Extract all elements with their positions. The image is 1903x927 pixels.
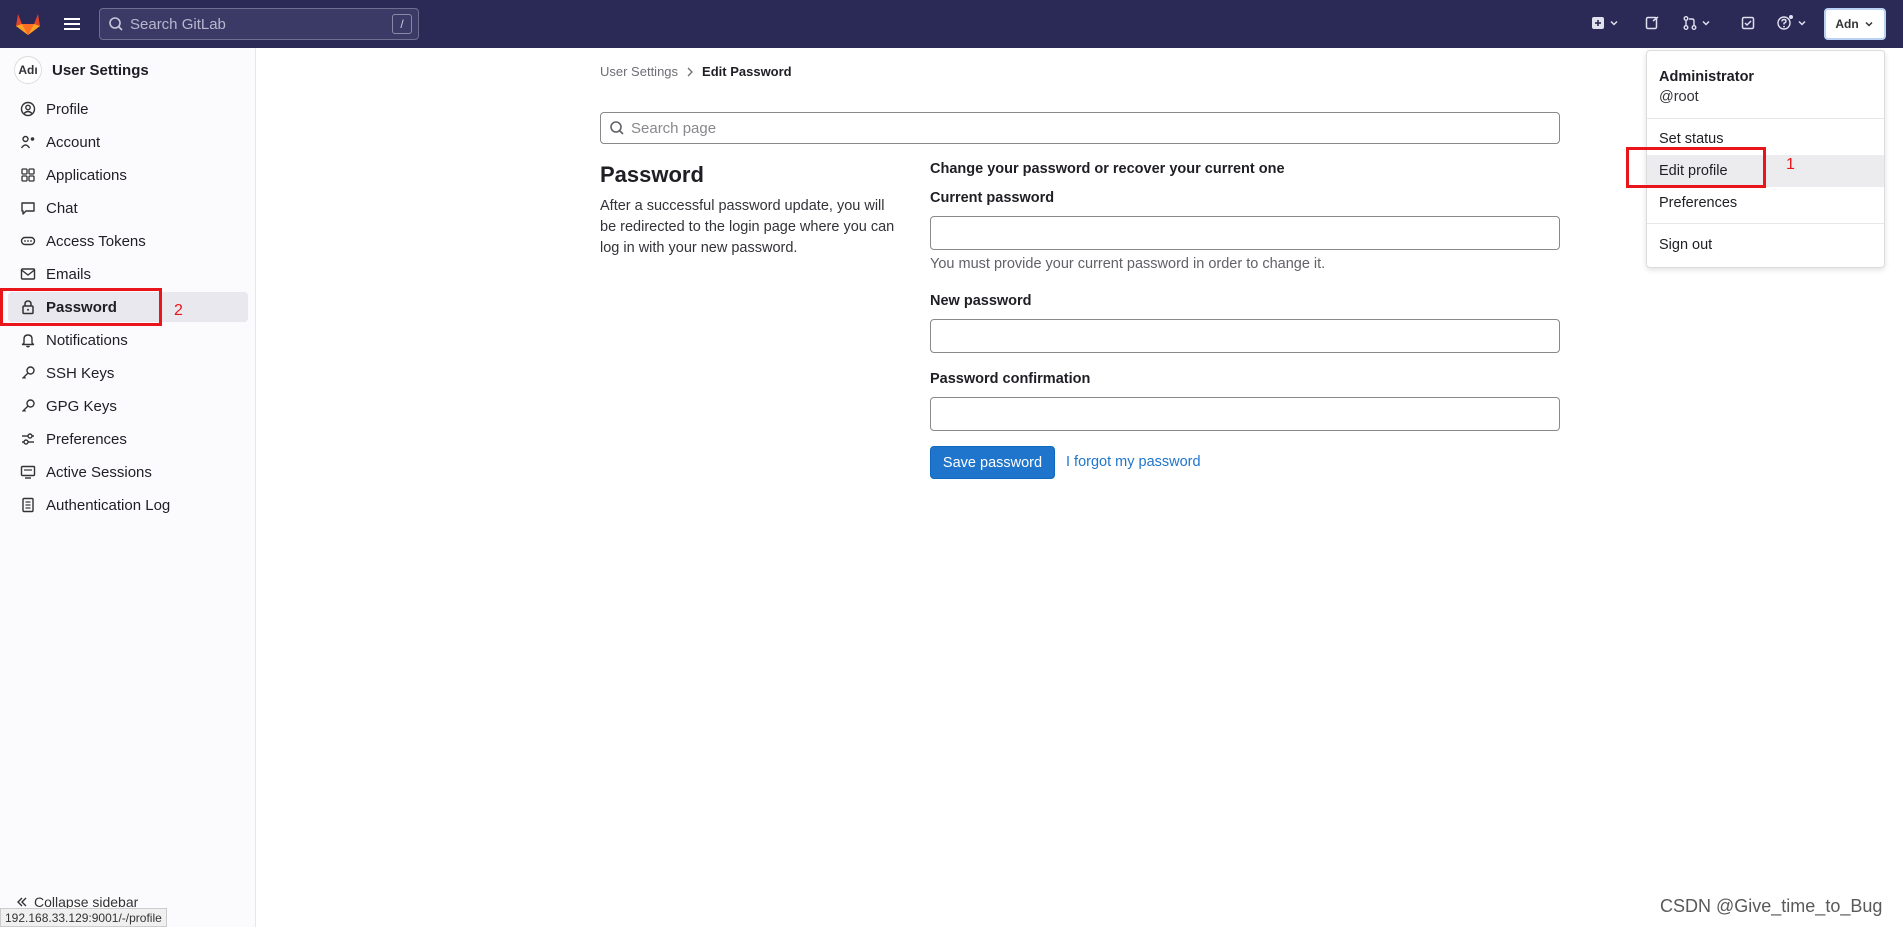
chevron-down-icon [1865, 21, 1873, 27]
breadcrumb-current[interactable]: Edit Password [702, 64, 792, 79]
new-password-field[interactable] [930, 319, 1560, 353]
menu-item-sign-out[interactable]: Sign out [1647, 229, 1884, 261]
issues-icon [1645, 16, 1659, 30]
current-password-field[interactable] [930, 216, 1560, 250]
page-title: Password [600, 162, 704, 187]
breadcrumb-parent[interactable]: User Settings [600, 64, 678, 79]
form-heading: Change your password or recover your cur… [930, 161, 1285, 177]
plus-square-icon [1592, 17, 1604, 29]
sidebar-item-label: Authentication Log [46, 496, 171, 514]
account-icon [20, 135, 35, 149]
sidebar-item-label: Chat [46, 199, 78, 217]
divider [1647, 118, 1884, 119]
sidebar-item-label: Access Tokens [46, 232, 146, 250]
user-icon [20, 101, 36, 117]
annotation-box-2 [0, 288, 162, 326]
top-bar: Search GitLab / [0, 0, 1903, 48]
current-password-help: You must provide your current password i… [930, 256, 1326, 272]
chevron-right-icon [687, 67, 693, 76]
annotation-number-2: 2 [174, 302, 183, 319]
sidebar-item-label: Applications [46, 166, 127, 184]
sidebar-item-emails[interactable]: Emails [8, 259, 248, 289]
sidebar-item-label: Emails [46, 265, 92, 283]
sidebar-item-preferences[interactable]: Preferences [8, 424, 248, 454]
bell-icon [21, 334, 35, 348]
page-description: After a successful password update, you … [600, 198, 895, 256]
menu-item-preferences[interactable]: Preferences [1647, 187, 1884, 219]
new-item-button[interactable] [1590, 15, 1622, 31]
chat-icon [21, 202, 35, 215]
sidebar-item-label: Notifications [46, 331, 128, 349]
gitlab-logo-icon[interactable] [14, 10, 42, 36]
key-icon [22, 399, 35, 412]
search-page-input[interactable]: Search page [600, 112, 1560, 144]
sidebar-header: Adı User Settings [14, 56, 149, 84]
password-confirmation-label: Password confirmation [930, 371, 1091, 387]
sidebar-item-label: Account [46, 133, 101, 151]
divider [1647, 223, 1884, 224]
applications-icon [21, 168, 35, 182]
token-icon [20, 236, 36, 246]
sidebar-item-access-tokens[interactable]: Access Tokens [8, 226, 248, 256]
search-placeholder: Search GitLab [130, 15, 226, 33]
annotation-box-1 [1626, 147, 1766, 188]
sidebar-item-ssh-keys[interactable]: SSH Keys [8, 358, 248, 388]
forgot-password-link[interactable]: I forgot my password [1066, 454, 1201, 470]
status-bar-url: 192.168.33.129:9001/-/profile [0, 908, 167, 927]
todo-icon [1741, 16, 1755, 30]
save-password-button[interactable]: Save password [930, 446, 1055, 479]
breadcrumb: User Settings Edit Password [600, 64, 792, 79]
current-password-label: Current password [930, 190, 1055, 206]
sidebar-item-notifications[interactable]: Notifications [8, 325, 248, 355]
merge-requests-button[interactable] [1682, 15, 1714, 31]
sidebar-item-label: SSH Keys [46, 364, 115, 382]
search-icon [610, 121, 624, 135]
sidebar-item-authentication-log[interactable]: Authentication Log [8, 490, 248, 520]
todos-button[interactable] [1740, 15, 1758, 31]
sidebar-item-active-sessions[interactable]: Active Sessions [8, 457, 248, 487]
search-page-placeholder: Search page [631, 119, 717, 137]
user-menu-username: @root [1659, 89, 1699, 105]
user-menu-name: Administrator [1659, 69, 1755, 85]
sidebar-item-gpg-keys[interactable]: GPG Keys [8, 391, 248, 421]
merge-request-icon [1683, 16, 1697, 30]
sidebar-item-label: Profile [46, 100, 89, 118]
sidebar-title: User Settings [52, 61, 149, 79]
sidebar: Adı User Settings Profile Account Applic… [0, 48, 256, 927]
mail-icon [20, 268, 36, 280]
annotation-number-1: 1 [1786, 156, 1795, 173]
sidebar-item-account[interactable]: Account [8, 127, 248, 157]
password-confirmation-field[interactable] [930, 397, 1560, 431]
preferences-icon [22, 433, 34, 445]
monitor-icon [20, 465, 36, 479]
key-icon [22, 366, 35, 379]
chevron-down-icon [1702, 20, 1710, 26]
sidebar-item-label: Active Sessions [46, 463, 152, 481]
help-button[interactable] [1776, 15, 1810, 31]
new-password-label: New password [930, 293, 1032, 309]
global-search-input[interactable]: Search GitLab / [99, 8, 419, 40]
watermark: CSDN @Give_time_to_Bug [1660, 896, 1883, 916]
avatar: Adı [14, 56, 42, 84]
log-icon [22, 497, 34, 513]
user-menu-button[interactable]: Adn [1824, 8, 1886, 40]
sidebar-item-label: Preferences [46, 430, 127, 448]
sidebar-item-chat[interactable]: Chat [8, 193, 248, 223]
chevron-down-icon [1610, 20, 1618, 26]
issues-button[interactable] [1644, 15, 1662, 31]
help-icon [1777, 15, 1793, 30]
chevron-down-icon [1798, 20, 1806, 26]
sidebar-item-profile[interactable]: Profile [8, 94, 248, 124]
sidebar-item-label: GPG Keys [46, 397, 117, 415]
menu-icon[interactable] [62, 14, 82, 34]
search-shortcut: / [392, 14, 412, 34]
chevron-double-left-icon [17, 897, 27, 907]
sidebar-item-applications[interactable]: Applications [8, 160, 248, 190]
search-icon [109, 17, 123, 31]
avatar-label: Adn [1835, 17, 1859, 31]
